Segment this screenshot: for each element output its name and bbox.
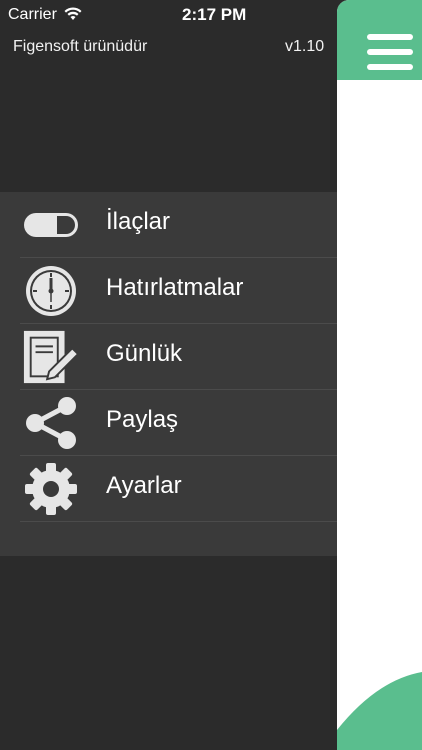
menu-item-label: Ayarlar (106, 472, 182, 499)
menu-item-ilaclar[interactable]: İlaçlar (20, 192, 337, 258)
menu-item-label: İlaçlar (106, 208, 171, 235)
menu-item-label: Hatırlatmalar (106, 274, 244, 301)
clock-icon (22, 265, 80, 317)
menu-item-paylas[interactable]: Paylaş (20, 390, 337, 456)
carrier-label: Carrier (8, 6, 57, 23)
menu-item-gunluk[interactable]: Günlük (20, 324, 337, 390)
gear-icon (22, 463, 80, 515)
wifi-icon (64, 7, 82, 20)
brand-label: Figensoft ürünüdür (13, 38, 148, 55)
version-label: v1.10 (285, 38, 325, 55)
side-menu: İlaçlar Hatırlatmalar Günlük Paylaş Ayar… (0, 192, 337, 556)
panel-header (337, 0, 422, 80)
pill-icon (22, 199, 80, 251)
content-panel (337, 0, 422, 750)
journal-icon (22, 330, 80, 384)
menu-item-hatirlatmalar[interactable]: Hatırlatmalar (20, 258, 337, 324)
decorative-wave (337, 672, 422, 750)
hamburger-icon[interactable] (367, 34, 413, 70)
menu-item-ayarlar[interactable]: Ayarlar (20, 456, 337, 522)
share-icon (22, 397, 80, 449)
menu-item-label: Paylaş (106, 406, 179, 433)
menu-item-label: Günlük (106, 340, 183, 367)
status-time: 2:17 PM (182, 5, 247, 24)
